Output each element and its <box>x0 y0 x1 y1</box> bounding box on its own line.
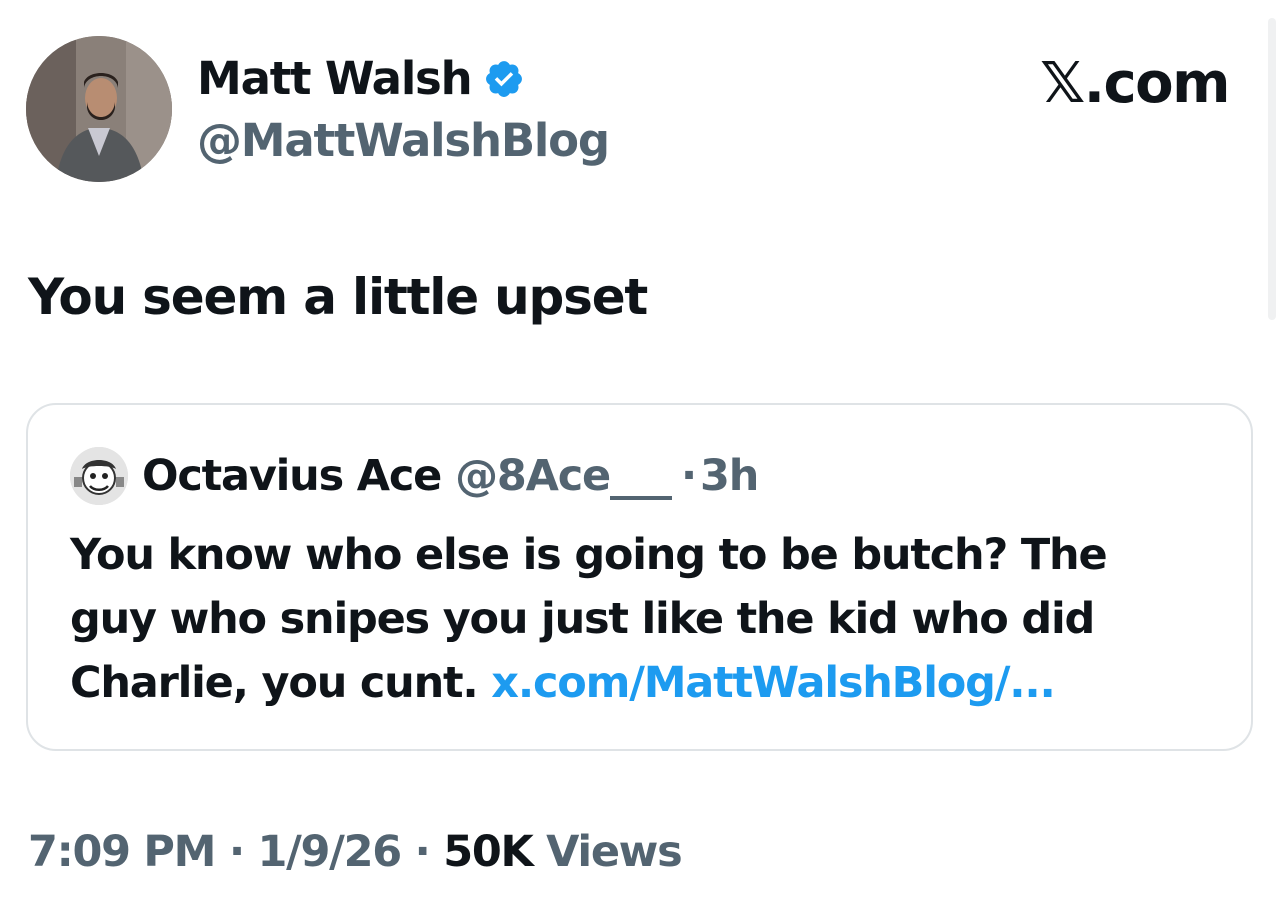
separator-dot: · <box>414 827 431 877</box>
tweet-time[interactable]: 7:09 PM <box>28 827 216 877</box>
cartoon-avatar-icon <box>70 447 128 505</box>
profile-photo-icon <box>26 36 172 182</box>
separator-dot: · <box>680 451 697 501</box>
quoted-tweet-text: You know who else is going to be butch? … <box>70 523 1230 715</box>
quoted-tweet-header: Octavius Ace @8Ace___ · 3h <box>70 447 759 505</box>
quoted-tweet-line-last: Charlie, you cunt. x.com/MattWalshBlog/.… <box>70 651 1230 715</box>
verified-badge-icon <box>483 58 525 100</box>
views-label: Views <box>546 827 683 877</box>
tweet-date[interactable]: 1/9/26 <box>258 827 403 877</box>
scrollbar[interactable] <box>1268 18 1276 320</box>
x-logo: 𝕏.com <box>1040 51 1230 116</box>
quoted-tweet-age[interactable]: 3h <box>700 451 759 501</box>
quoted-tweet-line: You know who else is going to be butch? … <box>70 530 1108 580</box>
quoted-tweet-card[interactable]: Octavius Ace @8Ace___ · 3h You know who … <box>26 403 1253 751</box>
quoted-author-avatar[interactable] <box>70 447 128 505</box>
tweet-text: You seem a little upset <box>28 268 648 326</box>
quoted-tweet-link[interactable]: x.com/MattWalshBlog/... <box>491 658 1056 708</box>
separator-dot: · <box>228 827 245 877</box>
quoted-author-handle[interactable]: @8Ace___ <box>455 451 672 501</box>
author-name-text: Matt Walsh <box>197 52 473 105</box>
author-display-name[interactable]: Matt Walsh <box>197 49 525 109</box>
tweet-screenshot: Matt Walsh @MattWalshBlog 𝕏.com You seem… <box>0 0 1279 913</box>
quoted-tweet-line: guy who snipes you just like the kid who… <box>70 594 1095 644</box>
views-count: 50K <box>443 827 534 877</box>
tweet-meta: 7:09 PM · 1/9/26 · 50K Views <box>28 820 683 884</box>
author-avatar[interactable] <box>26 36 172 182</box>
quoted-author-name[interactable]: Octavius Ace <box>142 451 442 501</box>
quoted-tweet-line-text: Charlie, you cunt. <box>70 658 479 708</box>
author-handle[interactable]: @MattWalshBlog <box>197 111 610 171</box>
